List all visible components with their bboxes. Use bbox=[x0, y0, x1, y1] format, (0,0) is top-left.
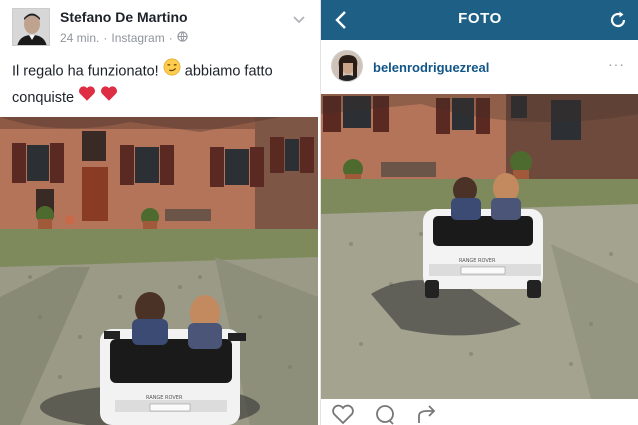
comment-icon[interactable] bbox=[373, 403, 397, 425]
post-text-line2: conquiste bbox=[12, 90, 75, 106]
post-photo[interactable]: RANGE ROVER bbox=[321, 94, 638, 399]
like-icon[interactable] bbox=[331, 403, 355, 425]
screen-title: FOTO bbox=[458, 10, 502, 27]
author-name[interactable]: Stefano De Martino bbox=[60, 9, 188, 25]
username-link[interactable]: belenrodriguezreal bbox=[373, 60, 489, 75]
post-source[interactable]: Instagram bbox=[111, 31, 164, 45]
top-bar: FOTO bbox=[321, 0, 638, 40]
facebook-post: Stefano De Martino 24 min. · Instagram ·… bbox=[0, 0, 318, 425]
post-header: Stefano De Martino 24 min. · Instagram · bbox=[0, 0, 318, 56]
globe-icon bbox=[177, 31, 188, 45]
post-text-line1: Il regalo ha funzionato! bbox=[12, 63, 159, 80]
share-icon[interactable] bbox=[415, 403, 439, 425]
post-header: belenrodriguezreal ··· bbox=[321, 40, 638, 94]
more-options-icon[interactable]: ··· bbox=[608, 56, 625, 72]
car-badge: RANGE ROVER bbox=[146, 395, 183, 401]
author-avatar[interactable] bbox=[12, 8, 50, 46]
refresh-icon[interactable] bbox=[607, 9, 629, 31]
meta-separator: · bbox=[103, 31, 108, 45]
car-badge: RANGE ROVER bbox=[459, 258, 496, 264]
post-time[interactable]: 24 min. bbox=[60, 31, 99, 45]
user-avatar[interactable] bbox=[331, 50, 363, 82]
post-text-line1-end: abbiamo fatto bbox=[184, 63, 273, 80]
smirk-emoji-icon bbox=[163, 58, 181, 85]
heart-emoji-icon bbox=[78, 85, 96, 111]
instagram-post: FOTO belenrodriguezreal ··· RANGE ROVER bbox=[320, 0, 638, 425]
action-bar bbox=[321, 399, 638, 425]
chevron-down-icon[interactable] bbox=[292, 12, 306, 26]
post-text: Il regalo ha funzionato! abbiamo fatto c… bbox=[12, 58, 312, 111]
heart-emoji-icon-2 bbox=[100, 85, 118, 111]
post-meta: 24 min. · Instagram · bbox=[60, 31, 188, 45]
meta-separator-2: · bbox=[168, 31, 173, 45]
post-photo[interactable]: RANGE ROVER bbox=[0, 117, 318, 425]
